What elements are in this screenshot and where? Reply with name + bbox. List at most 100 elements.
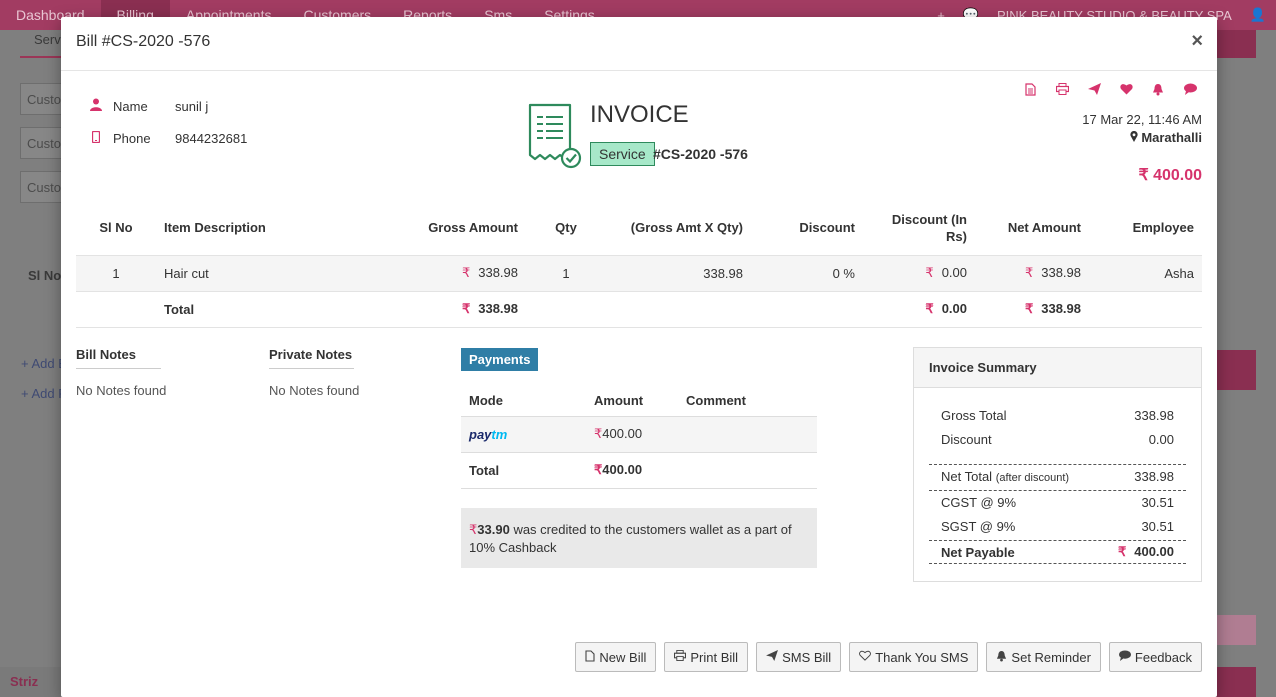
mobile-icon [86, 130, 106, 146]
summary-payable-label: Net Payable [941, 544, 1015, 560]
sms-bill-label: SMS Bill [782, 649, 832, 665]
rupee-icon: ₹ [1117, 544, 1127, 559]
close-icon[interactable]: × [1191, 30, 1203, 53]
bg-field: Custo [20, 127, 65, 159]
private-notes-label: Private Notes [269, 347, 354, 369]
bill-notes-value: No Notes found [76, 383, 167, 398]
invoice-location: Marathalli [1130, 130, 1202, 145]
payment-amount: 400.00 [602, 426, 643, 441]
private-notes: Private Notes No Notes found [269, 347, 359, 398]
send-icon[interactable] [1085, 83, 1103, 99]
summary-sgst-label: SGST @ 9% [941, 518, 1016, 534]
invoice-actions [1021, 83, 1199, 99]
invoice-summary: Invoice Summary Gross Total 338.98 Disco… [913, 347, 1202, 582]
bottom-actions: New Bill Print Bill SMS Bill Thank You S… [575, 642, 1202, 672]
feedback-label: Feedback [1134, 649, 1192, 665]
heart-icon [859, 650, 872, 664]
sms-bill-button[interactable]: SMS Bill [756, 642, 842, 672]
summary-gross-label: Gross Total [941, 407, 1007, 423]
thank-you-sms-button[interactable]: Thank You SMS [849, 642, 979, 672]
summary-net-value: 338.98 [1134, 469, 1174, 484]
summary-cgst-row: CGST @ 9% 30.51 [929, 490, 1186, 514]
send-icon [766, 650, 779, 664]
payments-badge: Payments [461, 348, 539, 371]
payment-total-row: Total ₹400.00 [461, 452, 817, 489]
payment-row: paytm ₹400.00 [461, 416, 817, 453]
cashback-amount: 33.90 [477, 522, 510, 537]
payment-total-amount: 400.00 [602, 462, 643, 477]
col-comment: Comment [678, 386, 817, 417]
set-reminder-label: Set Reminder [1011, 649, 1091, 665]
bg-tab: Serv [20, 30, 62, 58]
col-mode: Mode [461, 386, 586, 417]
summary-discount-row: Discount 0.00 [929, 427, 1186, 451]
print-bill-button[interactable]: Print Bill [664, 642, 749, 672]
thank-you-sms-label: Thank You SMS [875, 649, 969, 665]
summary-cgst-value: 30.51 [1141, 495, 1174, 510]
cell-gross-qty: 338.98 [606, 254, 751, 291]
rupee-icon: ₹ [1024, 301, 1034, 316]
col-gross-amount: Gross Amount [428, 220, 518, 236]
bell-icon [996, 650, 1007, 665]
cell-gross: 338.98 [478, 265, 518, 280]
user-icon [86, 98, 106, 114]
col-amount: Amount [586, 386, 678, 417]
print-icon[interactable] [1053, 83, 1071, 99]
invoice-receipt-icon [527, 103, 587, 169]
customer-name-row: Name sunil j [86, 96, 306, 116]
col-sl-no: Sl No [99, 220, 133, 236]
summary-discount-value: 0.00 [1148, 431, 1174, 447]
invoice-heading: INVOICE [590, 101, 689, 128]
summary-payable-row: Net Payable ₹400.00 [929, 540, 1186, 564]
modal-title: Bill #CS-2020 -576 [76, 33, 211, 50]
set-reminder-button[interactable]: Set Reminder [986, 642, 1101, 672]
summary-gross-row: Gross Total 338.98 [929, 403, 1186, 427]
bg-button [1216, 30, 1256, 58]
payments-table: Mode Amount Comment paytm ₹400.00 Total … [461, 386, 817, 489]
cell-employee: Asha [1089, 254, 1202, 291]
service-badge: Service [590, 142, 655, 166]
new-bill-button[interactable]: New Bill [575, 642, 657, 672]
payment-comment [678, 416, 817, 453]
rupee-icon: ₹ [925, 301, 934, 316]
invoice-date: 17 Mar 22, 11:46 AM [1082, 112, 1202, 127]
paytm-logo: paytm [469, 426, 508, 442]
summary-sgst-value: 30.51 [1141, 518, 1174, 534]
bell-icon[interactable] [1149, 83, 1167, 99]
new-bill-label: New Bill [599, 649, 647, 665]
comment-icon[interactable] [1181, 83, 1199, 99]
total-net: 338.98 [1041, 301, 1081, 316]
summary-sgst-row: SGST @ 9% 30.51 [929, 514, 1186, 538]
cell-discount-rs: 0.00 [941, 265, 967, 280]
cell-desc: Hair cut [156, 254, 336, 291]
location-text: Marathalli [1141, 130, 1202, 145]
feedback-button[interactable]: Feedback [1108, 642, 1202, 672]
col-discount-rs: Discount (In Rs) [891, 211, 967, 244]
table-total-row: Total ₹338.98 ₹0.00 ₹338.98 [76, 290, 1202, 328]
col-qty: Qty [555, 220, 577, 236]
heart-icon[interactable] [1117, 83, 1135, 99]
name-value: sunil j [175, 98, 209, 114]
doc-icon[interactable] [1021, 83, 1039, 99]
rupee-icon: ₹ [461, 265, 471, 280]
cashback-text: was credited to the customers wallet as … [469, 522, 792, 555]
doc-icon [585, 649, 595, 665]
bill-notes-label: Bill Notes [76, 347, 161, 369]
total-discount-rs: 0.00 [941, 301, 967, 316]
invoice-total: ₹ 400.00 [1138, 167, 1202, 184]
bg-field: Custo [20, 171, 65, 203]
cell-qty: 1 [526, 254, 606, 291]
summary-payable-value: 400.00 [1134, 544, 1174, 559]
cell-discount: 0 % [751, 254, 863, 291]
summary-net-label: Net Total [941, 469, 993, 484]
summary-heading: Invoice Summary [914, 348, 1201, 388]
rupee-icon: ₹ [461, 301, 471, 316]
summary-net-row: Net Total (after discount) 338.98 [929, 464, 1186, 488]
user-icon[interactable]: 👤 [1250, 7, 1266, 23]
summary-gross-value: 338.98 [1134, 407, 1174, 423]
total-gross: 338.98 [478, 301, 518, 316]
phone-value: 9844232681 [175, 130, 248, 146]
payment-total-label: Total [461, 452, 586, 489]
name-label: Name [113, 98, 148, 114]
bill-modal: Bill #CS-2020 -576 × Name sunil j Phone … [61, 17, 1217, 697]
